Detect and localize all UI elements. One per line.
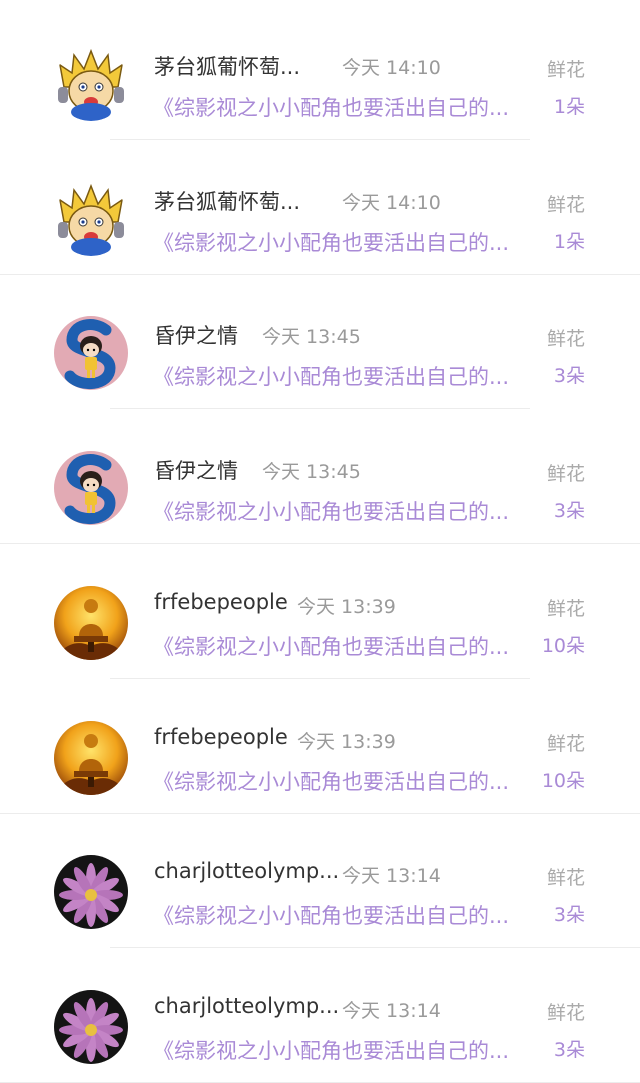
avatar[interactable]: [54, 989, 128, 1064]
user-name[interactable]: charjlotteolymp...: [154, 994, 339, 1018]
book-title[interactable]: 《综影视之小小配角也要活出自己的...: [153, 92, 509, 122]
list-item[interactable]: charjlotteolymp... 今天 13:14 《综影视之小小配角也要活…: [0, 949, 640, 1083]
user-name[interactable]: 昏伊之情: [154, 320, 238, 350]
user-name[interactable]: 昏伊之情: [154, 455, 238, 485]
list-item[interactable]: 昏伊之情 今天 13:45 《综影视之小小配角也要活出自己的... 鲜花 3朵: [0, 275, 640, 410]
flower-count: 1朵: [553, 96, 585, 118]
avatar[interactable]: [54, 585, 128, 660]
book-title[interactable]: 《综影视之小小配角也要活出自己的...: [153, 900, 509, 930]
gift-type-label: 鲜花: [546, 597, 585, 620]
cartoon-character-avatar: [54, 181, 128, 256]
gift-type-label: 鲜花: [546, 328, 585, 351]
gift-type-label: 鲜花: [546, 732, 585, 755]
list-item[interactable]: frfebepeople 今天 13:39 《综影视之小小配角也要活出自己的..…: [0, 545, 640, 679]
avatar[interactable]: [54, 451, 128, 526]
timestamp: 今天 13:39: [297, 730, 396, 753]
flower-count: 1朵: [553, 230, 585, 253]
user-name[interactable]: frfebepeople: [154, 725, 288, 749]
timestamp: 今天 13:39: [297, 595, 396, 618]
cartoon-character-avatar: [54, 47, 128, 121]
book-title[interactable]: 《综影视之小小配角也要活出自己的...: [153, 766, 509, 796]
gift-type-label: 鲜花: [546, 193, 585, 216]
book-title[interactable]: 《综影视之小小配角也要活出自己的...: [153, 227, 509, 257]
user-name[interactable]: frfebepeople: [154, 590, 288, 614]
user-name[interactable]: 茅台狐葡怀萄...: [154, 51, 300, 81]
gift-type-label: 鲜花: [546, 463, 585, 486]
avatar[interactable]: [54, 181, 128, 256]
avatar[interactable]: [54, 855, 128, 930]
flower-count: 10朵: [541, 769, 585, 792]
book-title[interactable]: 《综影视之小小配角也要活出自己的...: [153, 361, 509, 391]
timestamp: 今天 14:10: [342, 191, 441, 214]
golden-buddha-avatar: [54, 585, 128, 660]
flower-count: 3朵: [553, 500, 585, 523]
list-item[interactable]: 茅台狐葡怀萄... 今天 14:10 《综影视之小小配角也要活出自己的... 鲜…: [0, 141, 640, 275]
list-item[interactable]: frfebepeople 今天 13:39 《综影视之小小配角也要活出自己的..…: [0, 680, 640, 814]
book-title[interactable]: 《综影视之小小配角也要活出自己的...: [153, 496, 509, 526]
purple-flower-avatar: [54, 989, 128, 1064]
list-item[interactable]: 昏伊之情 今天 13:45 《综影视之小小配角也要活出自己的... 鲜花 3朵: [0, 410, 640, 545]
golden-buddha-avatar: [54, 720, 128, 795]
timestamp: 今天 13:14: [342, 865, 441, 888]
list-item[interactable]: charjlotteolymp... 今天 13:14 《综影视之小小配角也要活…: [0, 814, 640, 949]
letter-s-girl-avatar: [54, 316, 128, 391]
timestamp: 今天 13:45: [262, 461, 361, 484]
gift-type-label: 鲜花: [546, 867, 585, 890]
timestamp: 今天 13:45: [262, 326, 361, 349]
flower-count: 3朵: [553, 365, 585, 388]
gift-type-label: 鲜花: [546, 59, 585, 81]
list-item[interactable]: 茅台狐葡怀萄... 今天 14:10 《综影视之小小配角也要活出自己的... 鲜…: [0, 6, 640, 140]
avatar[interactable]: [54, 316, 128, 391]
flower-gift-list: 茅台狐葡怀萄... 今天 14:10 《综影视之小小配角也要活出自己的... 鲜…: [0, 0, 640, 1083]
book-title[interactable]: 《综影视之小小配角也要活出自己的...: [153, 631, 509, 661]
timestamp: 今天 14:10: [342, 57, 441, 79]
flower-count: 3朵: [553, 904, 585, 927]
letter-s-girl-avatar: [54, 451, 128, 526]
purple-flower-avatar: [54, 855, 128, 930]
user-name[interactable]: 茅台狐葡怀萄...: [154, 186, 300, 216]
avatar[interactable]: [54, 720, 128, 795]
flower-count: 3朵: [553, 1038, 585, 1061]
gift-type-label: 鲜花: [546, 1001, 585, 1024]
flower-count: 10朵: [541, 634, 585, 657]
user-name[interactable]: charjlotteolymp...: [154, 859, 339, 883]
timestamp: 今天 13:14: [342, 999, 441, 1022]
avatar[interactable]: [54, 47, 128, 121]
book-title[interactable]: 《综影视之小小配角也要活出自己的...: [153, 1035, 509, 1065]
